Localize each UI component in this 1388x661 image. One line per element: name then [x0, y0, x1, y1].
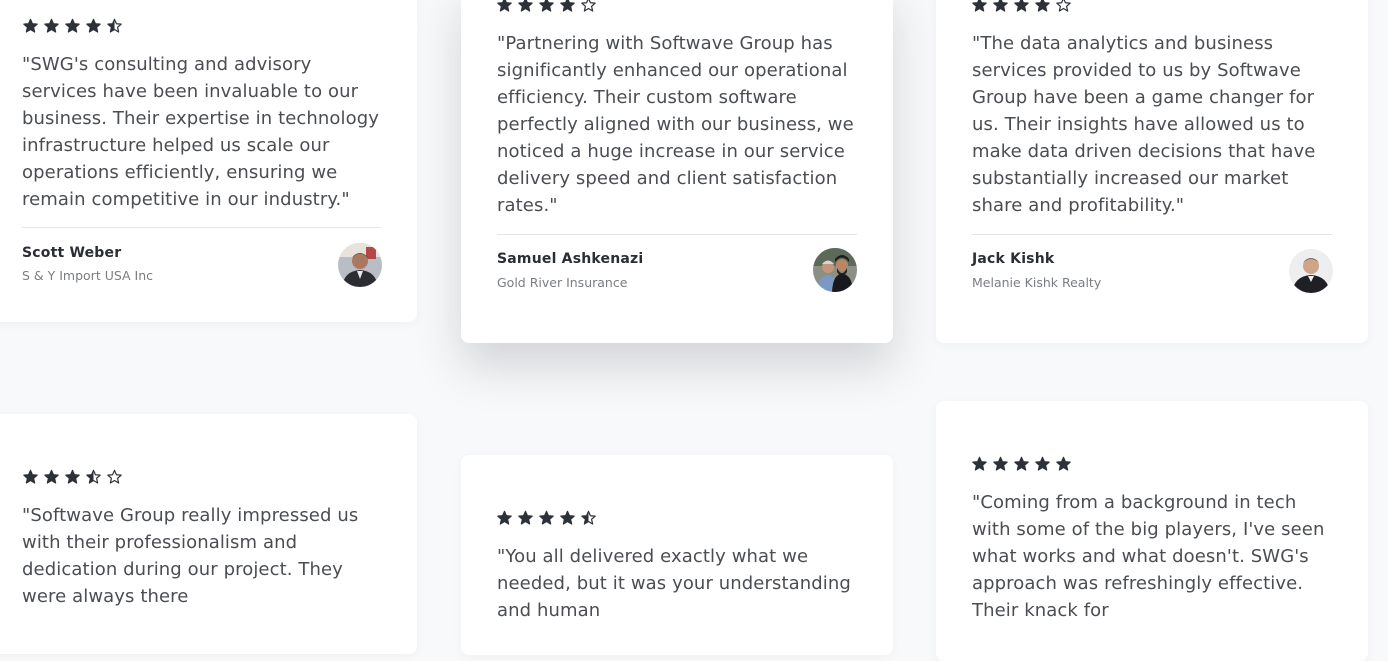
- testimonial-quote: "SWG's consulting and advisory services …: [22, 54, 380, 210]
- author-name: Jack Kishk: [972, 251, 1055, 267]
- testimonial-quote: "Softwave Group really impressed us with…: [22, 505, 359, 607]
- star-full-icon: [23, 469, 38, 484]
- star-full-icon: [560, 0, 575, 12]
- avatar-photo: [338, 243, 382, 287]
- testimonial-quote: "Coming from a background in tech with s…: [972, 492, 1325, 621]
- testimonial-card: "Coming from a background in tech with s…: [936, 401, 1368, 661]
- author-name: Scott Weber: [22, 245, 122, 261]
- card-divider: [22, 227, 381, 228]
- testimonial-quote: "You all delivered exactly what we neede…: [497, 546, 851, 621]
- star-empty-icon: [107, 469, 122, 484]
- star-rating: [22, 469, 123, 485]
- star-full-icon: [86, 18, 101, 33]
- star-half-icon: [107, 18, 122, 33]
- star-full-icon: [1014, 0, 1029, 12]
- testimonial-card-featured: "Partnering with Softwave Group has sign…: [461, 0, 893, 343]
- author-name: Samuel Ashkenazi: [497, 251, 644, 267]
- star-full-icon: [65, 469, 80, 484]
- star-full-icon: [1035, 456, 1050, 471]
- author-company: Melanie Kishk Realty: [972, 275, 1102, 290]
- star-full-icon: [497, 510, 512, 525]
- testimonial-card: "Softwave Group really impressed us with…: [0, 414, 417, 654]
- card-divider: [972, 234, 1332, 235]
- author-company: Gold River Insurance: [497, 275, 628, 290]
- star-empty-icon: [1056, 0, 1071, 12]
- star-full-icon: [993, 456, 1008, 471]
- testimonial-quote: "The data analytics and business service…: [972, 33, 1316, 216]
- star-empty-icon: [581, 0, 596, 12]
- star-full-icon: [560, 510, 575, 525]
- star-full-icon: [44, 18, 59, 33]
- testimonial-card: "You all delivered exactly what we neede…: [461, 455, 893, 655]
- testimonial-quote: "Partnering with Softwave Group has sign…: [497, 33, 854, 216]
- star-full-icon: [972, 0, 987, 12]
- author-avatar: [1289, 249, 1333, 293]
- star-rating: [22, 18, 123, 34]
- star-full-icon: [497, 0, 512, 12]
- star-rating: [496, 0, 597, 13]
- testimonial-card: "The data analytics and business service…: [936, 0, 1368, 343]
- avatar-photo: [813, 248, 857, 292]
- star-full-icon: [1014, 456, 1029, 471]
- author-avatar: [813, 248, 857, 292]
- author-avatar: [338, 243, 382, 287]
- testimonial-card: "SWG's consulting and advisory services …: [0, 0, 417, 322]
- star-full-icon: [23, 18, 38, 33]
- star-half-icon: [86, 469, 101, 484]
- star-full-icon: [65, 18, 80, 33]
- star-full-icon: [539, 0, 554, 12]
- star-full-icon: [539, 510, 554, 525]
- star-rating: [971, 0, 1072, 13]
- author-company: S & Y Import USA Inc: [22, 268, 154, 283]
- star-rating: [496, 510, 597, 526]
- star-full-icon: [1056, 456, 1071, 471]
- star-full-icon: [44, 469, 59, 484]
- avatar-photo: [1289, 249, 1333, 293]
- star-full-icon: [518, 0, 533, 12]
- star-rating: [971, 456, 1072, 472]
- star-half-icon: [581, 510, 596, 525]
- star-full-icon: [518, 510, 533, 525]
- card-divider: [497, 234, 857, 235]
- star-full-icon: [993, 0, 1008, 12]
- star-full-icon: [972, 456, 987, 471]
- star-full-icon: [1035, 0, 1050, 12]
